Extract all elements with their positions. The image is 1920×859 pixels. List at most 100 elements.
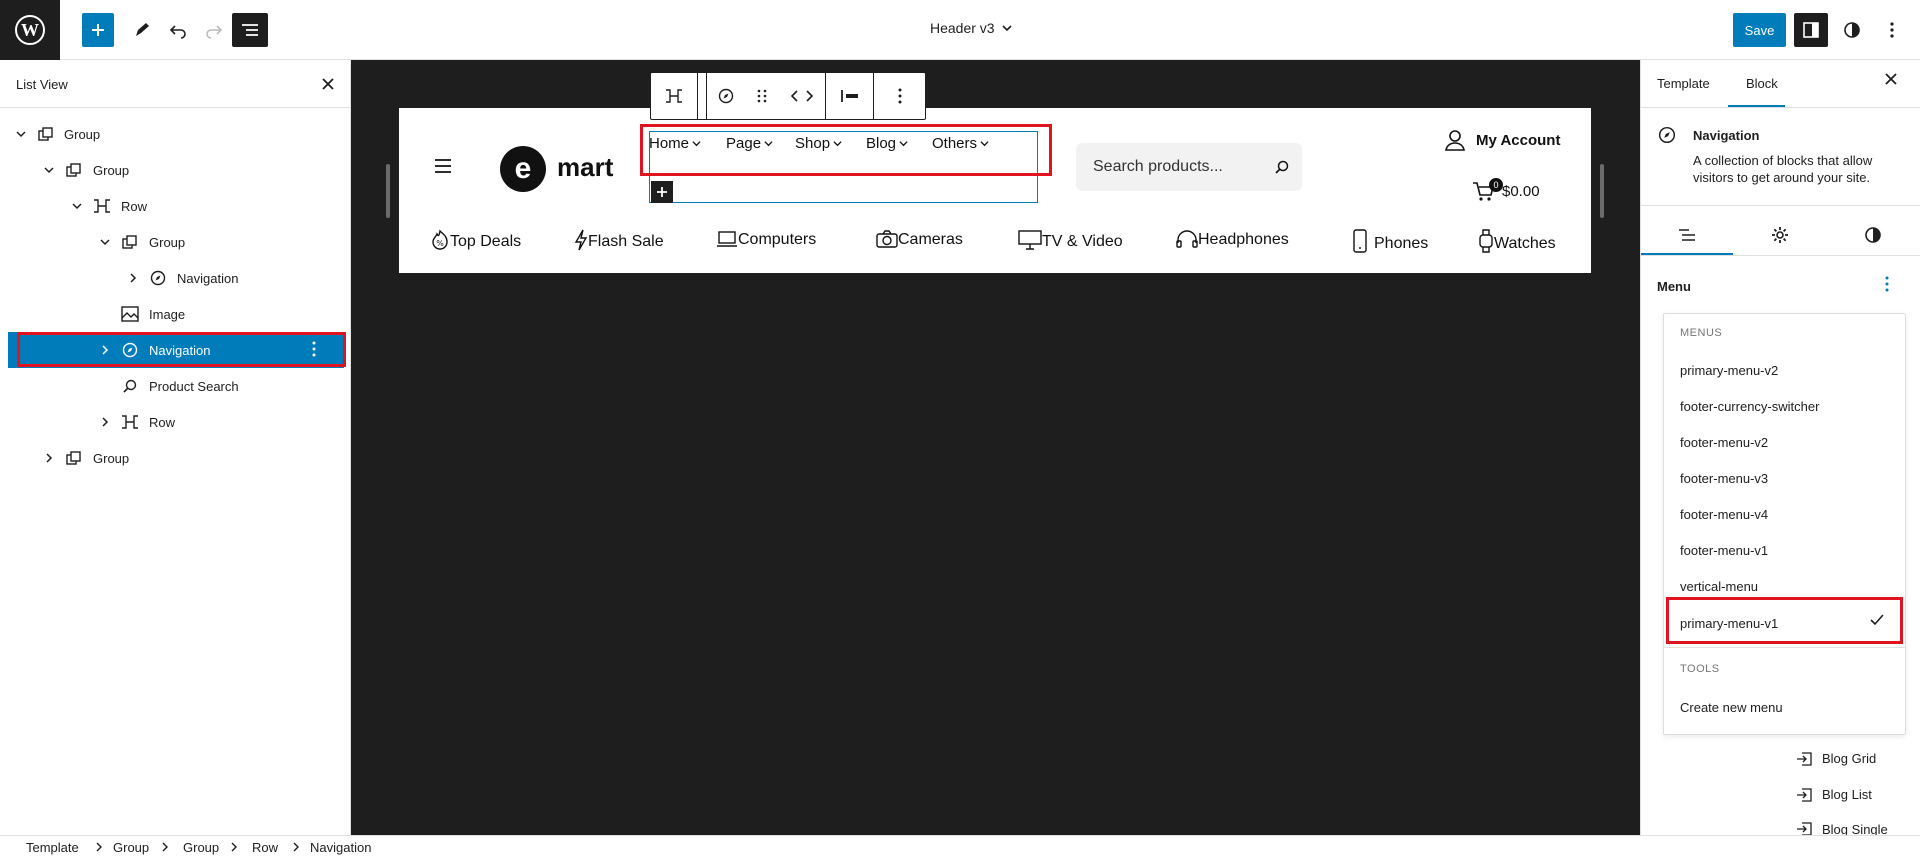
block-toolbar — [650, 72, 926, 120]
sidebar-link-blog-single[interactable]: Blog Single — [1796, 822, 1888, 835]
gear-icon[interactable] — [1765, 220, 1795, 250]
resize-handle-right[interactable] — [1600, 164, 1604, 218]
sidebar-link-blog-grid[interactable]: Blog Grid — [1796, 751, 1876, 766]
chevron-right-icon[interactable] — [42, 451, 56, 465]
breadcrumb-item[interactable]: Row — [252, 840, 278, 855]
chevron-right-icon — [293, 842, 299, 852]
resize-handle-left[interactable] — [386, 164, 390, 218]
create-new-menu-item[interactable]: Create new menu — [1680, 700, 1783, 715]
settings-sidebar-toggle-button[interactable] — [1794, 13, 1828, 47]
category-flash-sale[interactable]: Flash Sale — [574, 229, 664, 251]
navigation-icon[interactable] — [718, 88, 734, 104]
dropdown-item[interactable]: footer-menu-v4 — [1680, 507, 1768, 522]
save-button[interactable]: Save — [1733, 13, 1786, 47]
list-item[interactable]: Group — [8, 116, 344, 152]
dropdown-item[interactable]: footer-menu-v2 — [1680, 435, 1768, 450]
search-icon[interactable] — [1274, 159, 1290, 175]
options-more-icon[interactable] — [1874, 12, 1910, 48]
tab-template[interactable]: Template — [1657, 76, 1710, 91]
list-item[interactable]: Group — [8, 224, 344, 260]
justification-icon[interactable] — [826, 73, 874, 119]
close-icon[interactable] — [1885, 73, 1897, 85]
list-view-title: List View — [16, 77, 68, 92]
category-computers[interactable]: Computers — [716, 229, 816, 249]
edit-pencil-icon[interactable] — [124, 12, 160, 48]
drag-handle-icon[interactable] — [757, 88, 767, 104]
add-block-button[interactable] — [82, 13, 114, 47]
undo-icon[interactable] — [160, 12, 196, 48]
navigation-icon — [148, 268, 168, 288]
menu-options-icon[interactable] — [1885, 276, 1889, 292]
annotation-highlight-box — [1666, 597, 1903, 644]
block-options-icon[interactable] — [874, 73, 925, 119]
dropdown-item[interactable]: primary-menu-v2 — [1680, 363, 1778, 378]
chevron-right-icon — [96, 842, 102, 852]
annotation-highlight-box — [17, 332, 346, 367]
wordpress-logo-icon[interactable]: W — [0, 0, 60, 60]
logo-mark[interactable]: e — [500, 146, 546, 192]
list-item[interactable]: Product Search — [8, 368, 344, 404]
chevron-down-icon[interactable] — [14, 127, 28, 141]
styles-contrast-icon[interactable] — [1858, 220, 1888, 250]
list-item-label: Row — [149, 414, 176, 430]
chevron-down-icon[interactable] — [70, 199, 84, 213]
breadcrumb-item[interactable]: Template — [26, 840, 79, 855]
styles-contrast-icon[interactable] — [1834, 12, 1870, 48]
category-headphones[interactable]: Headphones — [1176, 229, 1289, 249]
breadcrumb-item[interactable]: Group — [183, 840, 219, 855]
percent-badge-icon: % — [432, 229, 448, 250]
category-label: Phones — [1374, 235, 1429, 252]
list-settings-tab-icon[interactable] — [1672, 220, 1702, 250]
category-cameras[interactable]: Cameras — [876, 229, 963, 249]
group-icon — [36, 124, 56, 144]
list-item[interactable]: Group — [8, 152, 344, 188]
tab-block[interactable]: Block — [1746, 76, 1778, 91]
add-nav-item-button[interactable] — [651, 181, 673, 203]
redo-icon[interactable] — [196, 12, 232, 48]
watch-icon — [1479, 229, 1493, 253]
category-top-deals[interactable]: % Top Deals — [430, 229, 521, 251]
category-phones[interactable]: Phones — [1352, 229, 1428, 253]
product-search-field[interactable]: Search products... — [1076, 143, 1302, 191]
hamburger-menu-icon[interactable] — [434, 158, 452, 174]
row-parent-icon[interactable] — [651, 73, 698, 119]
tv-icon — [1018, 230, 1042, 250]
list-item[interactable]: Image — [8, 296, 344, 332]
list-item-label: Group — [93, 450, 130, 466]
group-icon — [120, 232, 140, 252]
list-item[interactable]: Row — [8, 404, 344, 440]
mini-cart[interactable]: $0.00 — [1472, 180, 1540, 202]
move-arrows-icon[interactable] — [790, 89, 814, 103]
block-type-group — [706, 73, 826, 119]
list-view-toggle-button[interactable] — [232, 13, 268, 47]
sidebar-link-blog-list[interactable]: Blog List — [1796, 787, 1872, 802]
dropdown-item[interactable]: footer-menu-v1 — [1680, 543, 1768, 558]
breadcrumb-item[interactable]: Group — [113, 840, 149, 855]
list-item[interactable]: Row — [8, 188, 344, 224]
chevron-right-icon[interactable] — [98, 415, 112, 429]
list-item[interactable]: Navigation — [8, 260, 344, 296]
dropdown-item[interactable]: footer-menu-v3 — [1680, 471, 1768, 486]
sidebar-link-label: Blog Grid — [1822, 751, 1877, 766]
category-tv-video[interactable]: TV & Video — [1018, 229, 1123, 251]
divider — [0, 107, 351, 108]
document-title[interactable]: Header v3 — [930, 20, 1013, 36]
breadcrumb-item[interactable]: Navigation — [310, 840, 371, 855]
block-card-title: Navigation — [1693, 128, 1760, 143]
navigation-icon — [1658, 126, 1676, 144]
chevron-right-icon[interactable] — [126, 271, 140, 285]
headphones-icon — [1176, 230, 1198, 248]
phone-icon — [1353, 229, 1367, 253]
chevron-down-icon[interactable] — [98, 235, 112, 249]
category-watches[interactable]: Watches — [1478, 229, 1556, 253]
logo-text[interactable]: mart — [557, 152, 613, 183]
category-label: Computers — [738, 231, 817, 248]
dropdown-item[interactable]: vertical-menu — [1680, 579, 1758, 594]
my-account-link[interactable]: My Account — [1444, 129, 1560, 151]
dropdown-item[interactable]: footer-currency-switcher — [1680, 399, 1819, 414]
close-icon[interactable] — [318, 74, 338, 94]
chevron-down-icon[interactable] — [42, 163, 56, 177]
list-item[interactable]: Group — [8, 440, 344, 476]
laptop-icon — [717, 231, 737, 247]
row-icon — [120, 412, 140, 432]
